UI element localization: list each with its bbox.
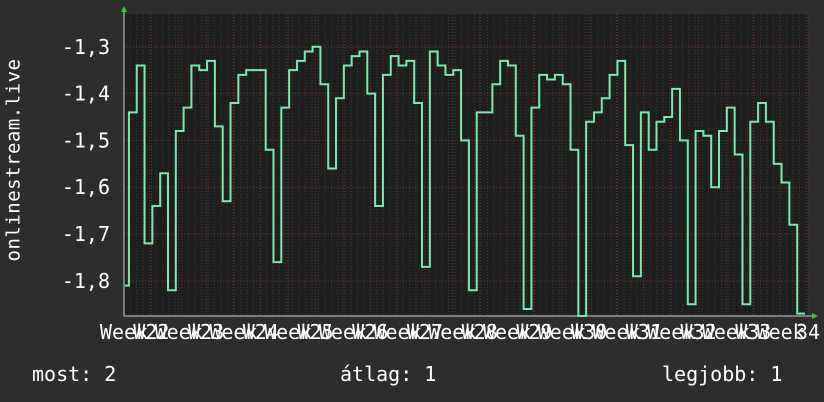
x-tick-label: 34 (796, 320, 820, 344)
stat-now: most: 2 (32, 362, 117, 386)
y-tick-label: -1,3 (62, 35, 110, 59)
y-axis-arrow (121, 6, 127, 12)
chart-widget: -1,3 -1,4 -1,5 -1,6 -1,7 -1,8 Week W22 Week W23 We… (0, 0, 824, 402)
y-tick-label: -1,6 (62, 175, 110, 199)
y-axis-title: onlinestream.live (2, 0, 24, 320)
line-chart: -1,3-1,4-1,5-1,6-1,7-1,8WeekW22WeekW23We… (62, 6, 820, 344)
plot-area (124, 14, 808, 316)
stat-average: átlag: 1 (340, 362, 437, 386)
y-tick-label: -1,7 (62, 222, 110, 246)
y-tick-label: -1,5 (62, 128, 110, 152)
y-tick-label: -1,8 (62, 269, 110, 293)
stat-best: legjobb: 1 (662, 362, 783, 386)
x-axis-arrow (812, 313, 818, 319)
y-axis-title-text: onlinestream.live (2, 58, 24, 262)
y-tick-label: -1,4 (62, 82, 110, 106)
